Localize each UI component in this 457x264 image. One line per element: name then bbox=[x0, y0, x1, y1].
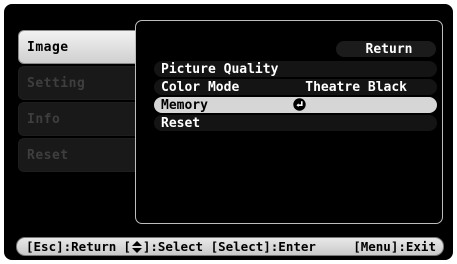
help-esc: [Esc]:Return bbox=[26, 239, 117, 254]
menu-item-info[interactable]: Info bbox=[18, 102, 146, 136]
row-label: Memory bbox=[161, 97, 208, 113]
row-label: Color Mode bbox=[161, 79, 240, 95]
menu-item-label: Reset bbox=[27, 147, 69, 163]
return-label: Return bbox=[365, 41, 413, 57]
help-bar: [Esc]:Return [ ]:Select [Select]:Enter [… bbox=[16, 237, 444, 256]
up-down-arrow-icon bbox=[131, 240, 142, 253]
menu-item-label: Info bbox=[27, 111, 61, 127]
projector-osd-screen: Image Setting Info Reset Return Picture … bbox=[4, 4, 453, 260]
help-select-prefix: [ bbox=[123, 239, 131, 254]
row-color-mode[interactable]: Color Mode Theatre Black bbox=[154, 79, 437, 95]
row-label: Reset bbox=[161, 115, 201, 131]
return-button[interactable]: Return bbox=[336, 41, 436, 57]
row-value: Theatre Black bbox=[305, 79, 407, 95]
row-reset[interactable]: Reset bbox=[154, 115, 437, 131]
menu-item-reset[interactable]: Reset bbox=[18, 138, 146, 172]
menu-item-label: Setting bbox=[27, 75, 86, 91]
help-select: ]:Select [Select]:Enter bbox=[142, 239, 316, 254]
menu-item-setting[interactable]: Setting bbox=[18, 66, 146, 100]
row-label: Picture Quality bbox=[161, 61, 279, 77]
menu-item-image[interactable]: Image bbox=[18, 30, 146, 64]
row-picture-quality[interactable]: Picture Quality bbox=[154, 61, 437, 77]
menu-item-label: Image bbox=[27, 39, 69, 55]
row-memory[interactable]: Memory bbox=[154, 97, 437, 113]
help-exit: [Menu]:Exit bbox=[353, 239, 436, 254]
submenu-panel: Return Picture Quality Color Mode Theatr… bbox=[135, 20, 443, 224]
enter-icon bbox=[293, 98, 306, 111]
